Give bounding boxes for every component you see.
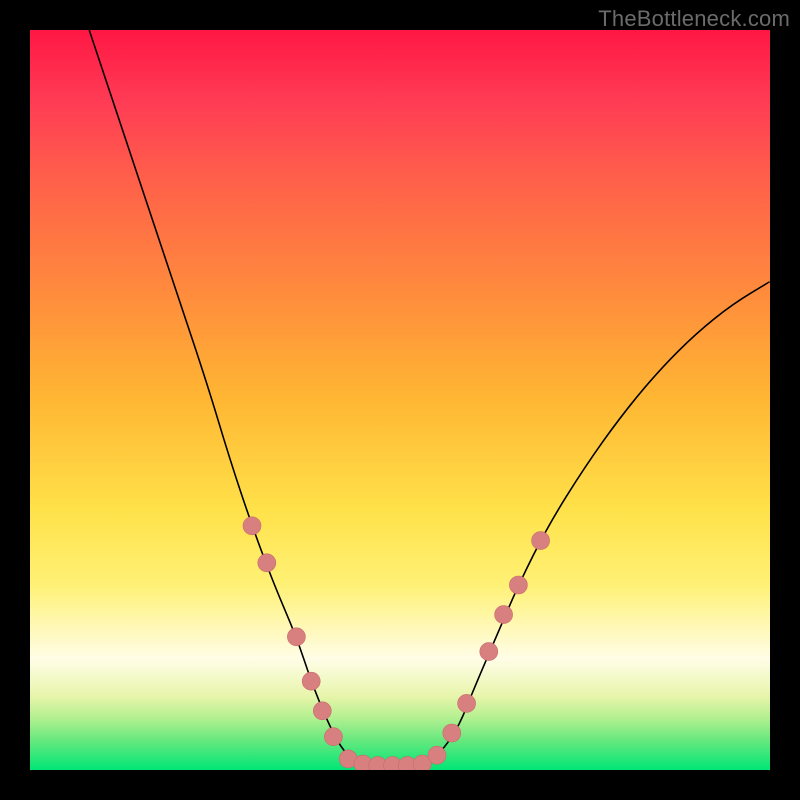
marker-dot (443, 724, 461, 742)
watermark-text: TheBottleneck.com (598, 6, 790, 32)
curve-right (400, 282, 770, 767)
marker-dot (532, 532, 550, 550)
marker-dot (495, 606, 513, 624)
marker-dot (480, 643, 498, 661)
chart-svg (30, 30, 770, 770)
marker-group (243, 517, 550, 770)
marker-dot (287, 628, 305, 646)
chart-stage: TheBottleneck.com (0, 0, 800, 800)
marker-dot (302, 672, 320, 690)
marker-dot (509, 576, 527, 594)
curve-left (89, 30, 400, 766)
marker-dot (258, 554, 276, 572)
marker-dot (428, 746, 446, 764)
marker-dot (324, 728, 342, 746)
marker-dot (313, 702, 331, 720)
marker-dot (458, 694, 476, 712)
plot-area (30, 30, 770, 770)
marker-dot (243, 517, 261, 535)
